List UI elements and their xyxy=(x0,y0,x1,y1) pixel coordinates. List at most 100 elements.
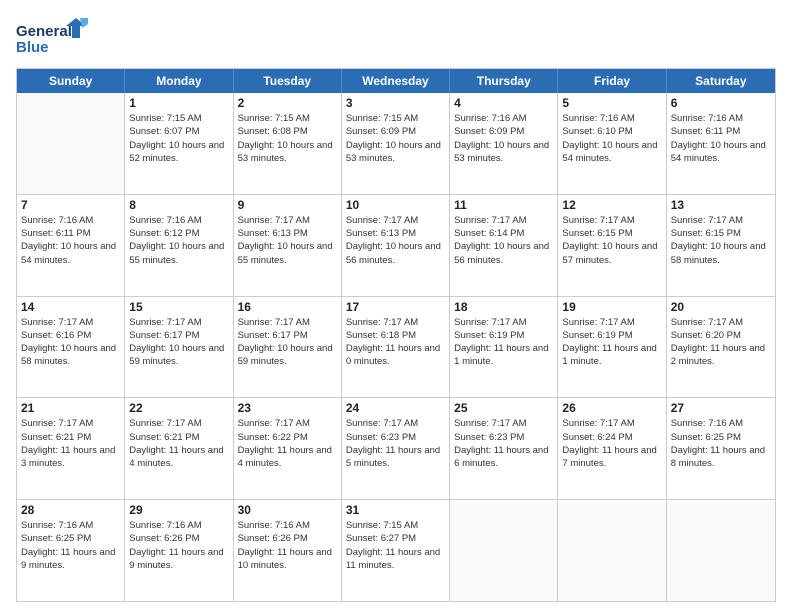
calendar-day-10: 10 Sunrise: 7:17 AM Sunset: 6:13 PM Dayl… xyxy=(342,195,450,296)
svg-text:General: General xyxy=(16,23,72,40)
calendar-day-3: 3 Sunrise: 7:15 AM Sunset: 6:09 PM Dayli… xyxy=(342,93,450,194)
sun-info: Sunrise: 7:17 AM Sunset: 6:18 PM Dayligh… xyxy=(346,316,445,369)
calendar-day-19: 19 Sunrise: 7:17 AM Sunset: 6:19 PM Dayl… xyxy=(558,297,666,398)
calendar-day-12: 12 Sunrise: 7:17 AM Sunset: 6:15 PM Dayl… xyxy=(558,195,666,296)
calendar-day-empty xyxy=(667,500,775,601)
day-number: 10 xyxy=(346,198,445,212)
day-header-sunday: Sunday xyxy=(17,69,125,93)
sun-info: Sunrise: 7:15 AM Sunset: 6:09 PM Dayligh… xyxy=(346,112,445,165)
calendar-day-11: 11 Sunrise: 7:17 AM Sunset: 6:14 PM Dayl… xyxy=(450,195,558,296)
sun-info: Sunrise: 7:17 AM Sunset: 6:23 PM Dayligh… xyxy=(346,417,445,470)
calendar-day-13: 13 Sunrise: 7:17 AM Sunset: 6:15 PM Dayl… xyxy=(667,195,775,296)
logo-svg: General Blue xyxy=(16,16,88,60)
day-number: 23 xyxy=(238,401,337,415)
day-number: 17 xyxy=(346,300,445,314)
day-number: 20 xyxy=(671,300,771,314)
sun-info: Sunrise: 7:16 AM Sunset: 6:11 PM Dayligh… xyxy=(671,112,771,165)
day-number: 1 xyxy=(129,96,228,110)
calendar-day-28: 28 Sunrise: 7:16 AM Sunset: 6:25 PM Dayl… xyxy=(17,500,125,601)
day-number: 27 xyxy=(671,401,771,415)
day-number: 15 xyxy=(129,300,228,314)
sun-info: Sunrise: 7:17 AM Sunset: 6:20 PM Dayligh… xyxy=(671,316,771,369)
sun-info: Sunrise: 7:17 AM Sunset: 6:19 PM Dayligh… xyxy=(454,316,553,369)
calendar-day-14: 14 Sunrise: 7:17 AM Sunset: 6:16 PM Dayl… xyxy=(17,297,125,398)
sun-info: Sunrise: 7:16 AM Sunset: 6:10 PM Dayligh… xyxy=(562,112,661,165)
sun-info: Sunrise: 7:17 AM Sunset: 6:21 PM Dayligh… xyxy=(129,417,228,470)
sun-info: Sunrise: 7:17 AM Sunset: 6:23 PM Dayligh… xyxy=(454,417,553,470)
sun-info: Sunrise: 7:16 AM Sunset: 6:26 PM Dayligh… xyxy=(129,519,228,572)
calendar-day-25: 25 Sunrise: 7:17 AM Sunset: 6:23 PM Dayl… xyxy=(450,398,558,499)
sun-info: Sunrise: 7:17 AM Sunset: 6:24 PM Dayligh… xyxy=(562,417,661,470)
calendar-week-4: 21 Sunrise: 7:17 AM Sunset: 6:21 PM Dayl… xyxy=(17,398,775,500)
sun-info: Sunrise: 7:16 AM Sunset: 6:11 PM Dayligh… xyxy=(21,214,120,267)
day-number: 21 xyxy=(21,401,120,415)
logo: General Blue xyxy=(16,16,88,60)
day-header-wednesday: Wednesday xyxy=(342,69,450,93)
calendar-day-8: 8 Sunrise: 7:16 AM Sunset: 6:12 PM Dayli… xyxy=(125,195,233,296)
calendar-day-empty xyxy=(17,93,125,194)
calendar-day-29: 29 Sunrise: 7:16 AM Sunset: 6:26 PM Dayl… xyxy=(125,500,233,601)
day-number: 22 xyxy=(129,401,228,415)
calendar-day-30: 30 Sunrise: 7:16 AM Sunset: 6:26 PM Dayl… xyxy=(234,500,342,601)
day-number: 31 xyxy=(346,503,445,517)
sun-info: Sunrise: 7:17 AM Sunset: 6:22 PM Dayligh… xyxy=(238,417,337,470)
day-number: 13 xyxy=(671,198,771,212)
calendar-day-7: 7 Sunrise: 7:16 AM Sunset: 6:11 PM Dayli… xyxy=(17,195,125,296)
calendar-day-18: 18 Sunrise: 7:17 AM Sunset: 6:19 PM Dayl… xyxy=(450,297,558,398)
day-number: 3 xyxy=(346,96,445,110)
calendar-day-15: 15 Sunrise: 7:17 AM Sunset: 6:17 PM Dayl… xyxy=(125,297,233,398)
calendar-day-empty xyxy=(558,500,666,601)
calendar-week-1: 1 Sunrise: 7:15 AM Sunset: 6:07 PM Dayli… xyxy=(17,93,775,195)
sun-info: Sunrise: 7:17 AM Sunset: 6:16 PM Dayligh… xyxy=(21,316,120,369)
sun-info: Sunrise: 7:16 AM Sunset: 6:26 PM Dayligh… xyxy=(238,519,337,572)
day-number: 18 xyxy=(454,300,553,314)
day-number: 14 xyxy=(21,300,120,314)
day-number: 5 xyxy=(562,96,661,110)
sun-info: Sunrise: 7:17 AM Sunset: 6:15 PM Dayligh… xyxy=(671,214,771,267)
day-number: 26 xyxy=(562,401,661,415)
day-number: 25 xyxy=(454,401,553,415)
sun-info: Sunrise: 7:15 AM Sunset: 6:07 PM Dayligh… xyxy=(129,112,228,165)
sun-info: Sunrise: 7:17 AM Sunset: 6:13 PM Dayligh… xyxy=(238,214,337,267)
sun-info: Sunrise: 7:16 AM Sunset: 6:25 PM Dayligh… xyxy=(671,417,771,470)
sun-info: Sunrise: 7:17 AM Sunset: 6:19 PM Dayligh… xyxy=(562,316,661,369)
calendar-day-21: 21 Sunrise: 7:17 AM Sunset: 6:21 PM Dayl… xyxy=(17,398,125,499)
day-number: 11 xyxy=(454,198,553,212)
day-number: 30 xyxy=(238,503,337,517)
calendar-week-5: 28 Sunrise: 7:16 AM Sunset: 6:25 PM Dayl… xyxy=(17,500,775,601)
calendar-day-empty xyxy=(450,500,558,601)
calendar-day-9: 9 Sunrise: 7:17 AM Sunset: 6:13 PM Dayli… xyxy=(234,195,342,296)
calendar-day-23: 23 Sunrise: 7:17 AM Sunset: 6:22 PM Dayl… xyxy=(234,398,342,499)
header: General Blue xyxy=(16,16,776,60)
sun-info: Sunrise: 7:17 AM Sunset: 6:13 PM Dayligh… xyxy=(346,214,445,267)
sun-info: Sunrise: 7:15 AM Sunset: 6:08 PM Dayligh… xyxy=(238,112,337,165)
calendar-day-6: 6 Sunrise: 7:16 AM Sunset: 6:11 PM Dayli… xyxy=(667,93,775,194)
day-header-friday: Friday xyxy=(558,69,666,93)
sun-info: Sunrise: 7:17 AM Sunset: 6:15 PM Dayligh… xyxy=(562,214,661,267)
day-number: 6 xyxy=(671,96,771,110)
calendar-day-1: 1 Sunrise: 7:15 AM Sunset: 6:07 PM Dayli… xyxy=(125,93,233,194)
calendar-day-24: 24 Sunrise: 7:17 AM Sunset: 6:23 PM Dayl… xyxy=(342,398,450,499)
sun-info: Sunrise: 7:16 AM Sunset: 6:25 PM Dayligh… xyxy=(21,519,120,572)
day-number: 29 xyxy=(129,503,228,517)
calendar-week-3: 14 Sunrise: 7:17 AM Sunset: 6:16 PM Dayl… xyxy=(17,297,775,399)
day-number: 8 xyxy=(129,198,228,212)
day-header-monday: Monday xyxy=(125,69,233,93)
calendar-day-4: 4 Sunrise: 7:16 AM Sunset: 6:09 PM Dayli… xyxy=(450,93,558,194)
day-header-tuesday: Tuesday xyxy=(234,69,342,93)
calendar-week-2: 7 Sunrise: 7:16 AM Sunset: 6:11 PM Dayli… xyxy=(17,195,775,297)
sun-info: Sunrise: 7:16 AM Sunset: 6:12 PM Dayligh… xyxy=(129,214,228,267)
sun-info: Sunrise: 7:17 AM Sunset: 6:21 PM Dayligh… xyxy=(21,417,120,470)
calendar-day-2: 2 Sunrise: 7:15 AM Sunset: 6:08 PM Dayli… xyxy=(234,93,342,194)
svg-text:Blue: Blue xyxy=(16,39,49,56)
sun-info: Sunrise: 7:17 AM Sunset: 6:17 PM Dayligh… xyxy=(238,316,337,369)
calendar-day-20: 20 Sunrise: 7:17 AM Sunset: 6:20 PM Dayl… xyxy=(667,297,775,398)
calendar-day-31: 31 Sunrise: 7:15 AM Sunset: 6:27 PM Dayl… xyxy=(342,500,450,601)
calendar-day-17: 17 Sunrise: 7:17 AM Sunset: 6:18 PM Dayl… xyxy=(342,297,450,398)
day-number: 4 xyxy=(454,96,553,110)
calendar: SundayMondayTuesdayWednesdayThursdayFrid… xyxy=(16,68,776,602)
calendar-day-26: 26 Sunrise: 7:17 AM Sunset: 6:24 PM Dayl… xyxy=(558,398,666,499)
calendar-header: SundayMondayTuesdayWednesdayThursdayFrid… xyxy=(17,69,775,93)
calendar-day-22: 22 Sunrise: 7:17 AM Sunset: 6:21 PM Dayl… xyxy=(125,398,233,499)
sun-info: Sunrise: 7:17 AM Sunset: 6:17 PM Dayligh… xyxy=(129,316,228,369)
